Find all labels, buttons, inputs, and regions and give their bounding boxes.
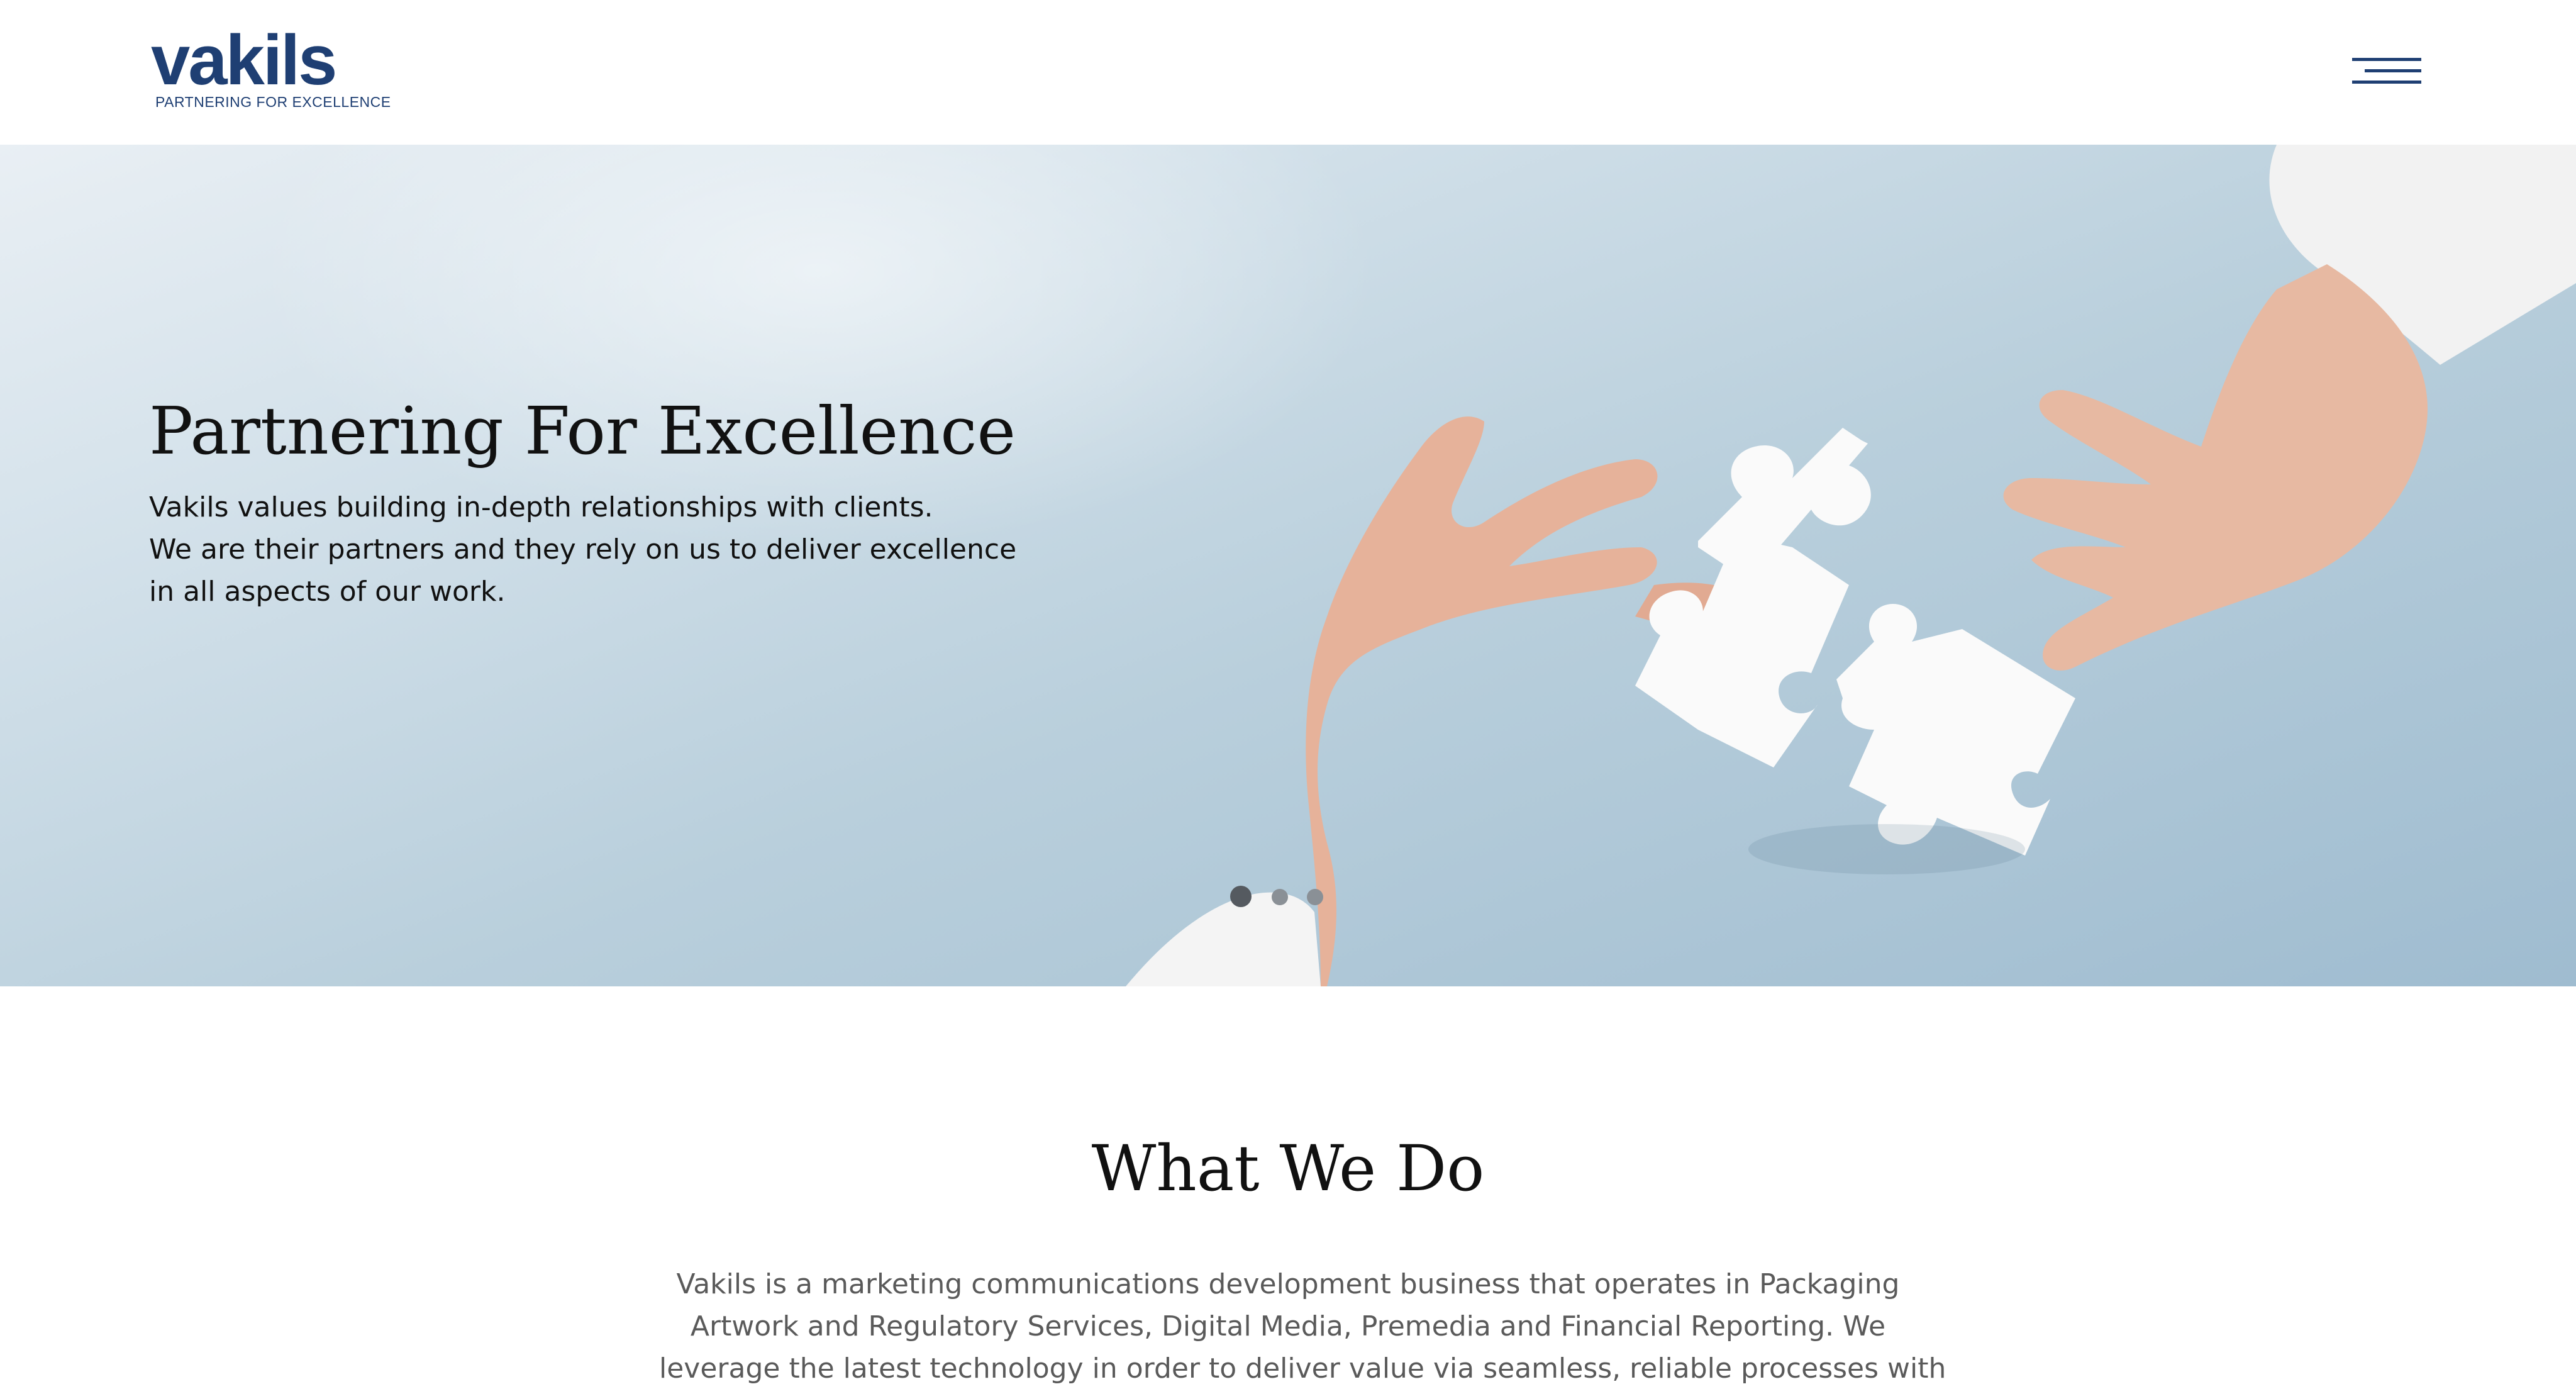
right-hand (2003, 264, 2428, 671)
hero-description-line: Vakils values building in-depth relation… (149, 491, 933, 523)
puzzle-piece-right (1836, 604, 2075, 856)
hero-description-line: in all aspects of our work. (149, 576, 506, 608)
what-we-do-line: Vakils is a marketing communications dev… (676, 1268, 1900, 1300)
menu-line (2365, 69, 2421, 72)
puzzle-piece-left-body (1635, 535, 1849, 767)
site-header: vakils PARTNERING FOR EXCELLENCE (0, 0, 2576, 145)
vakils-logo[interactable]: vakils PARTNERING FOR EXCELLENCE (151, 21, 391, 113)
hero-description-line: We are their partners and they rely on u… (149, 533, 1017, 566)
hamburger-menu-button[interactable] (2349, 50, 2424, 94)
what-we-do-line: Artwork and Regulatory Services, Digital… (690, 1310, 1886, 1342)
puzzle-shadow (1748, 824, 2025, 874)
hero-description: Vakils values building in-depth relation… (149, 486, 1030, 613)
logo-wordmark: vakils (151, 21, 337, 99)
what-we-do-section: What We Do Vakils is a marketing communi… (0, 986, 2576, 1394)
hero-title: Partnering For Excellence (149, 393, 1016, 469)
menu-line (2352, 81, 2421, 84)
hero-slider: Partnering For Excellence Vakils values … (0, 145, 2576, 986)
carousel-dot-3[interactable] (1307, 889, 1323, 905)
carousel-dot-1[interactable] (1230, 886, 1252, 907)
carousel-dot-2[interactable] (1272, 889, 1288, 905)
menu-line (2352, 58, 2421, 61)
what-we-do-title: What We Do (1091, 1132, 1485, 1205)
what-we-do-line: leverage the latest technology in order … (659, 1352, 1946, 1385)
logo-tagline: PARTNERING FOR EXCELLENCE (155, 94, 391, 110)
left-sleeve (1126, 892, 1321, 986)
left-hand (1306, 416, 1658, 986)
what-we-do-description: Vakils is a marketing communications dev… (659, 1263, 1946, 1390)
